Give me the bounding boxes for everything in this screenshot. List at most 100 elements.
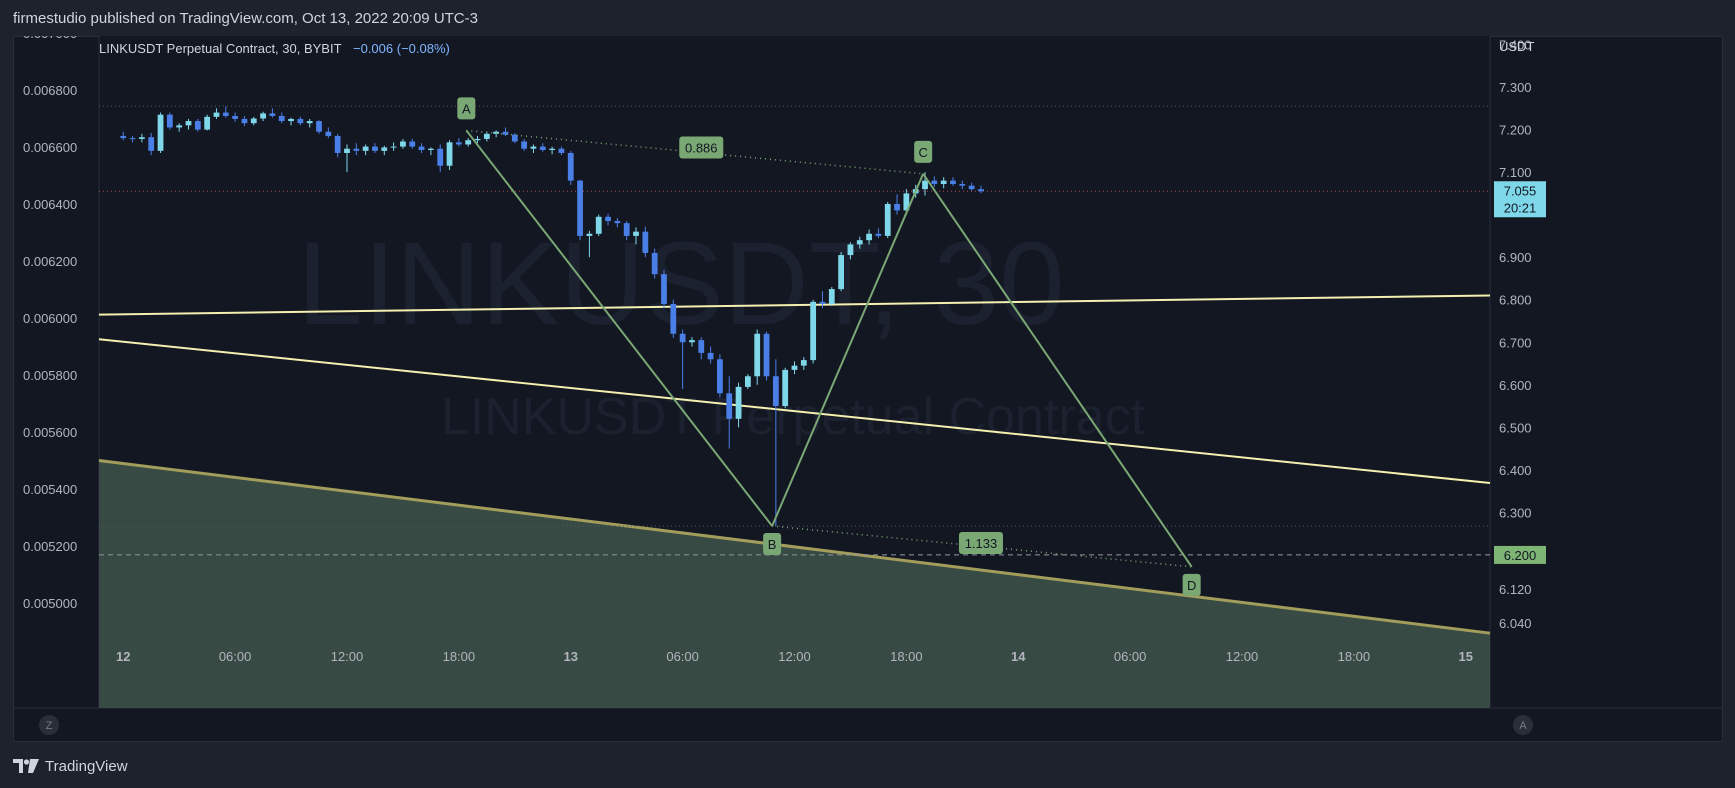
right-axis-tick: 6.120 xyxy=(1499,582,1532,597)
candle-body xyxy=(334,135,341,153)
time-axis-tick: 12:00 xyxy=(331,649,364,664)
a-button-label: A xyxy=(1519,720,1527,732)
right-price-axis[interactable]: 7.4007.3007.2007.1006.9006.8006.7006.600… xyxy=(1494,38,1546,631)
pattern-point-label: B xyxy=(768,537,777,552)
candle-body xyxy=(763,333,770,377)
left-price-axis[interactable]: 0.007000 0.006800 0.006600 0.006400 0.006200… xyxy=(23,36,77,611)
candle-body xyxy=(138,137,145,139)
time-axis-tick: 13 xyxy=(564,649,578,664)
candle-body xyxy=(744,376,751,387)
right-axis-tick: 6.040 xyxy=(1499,616,1532,631)
candle-body xyxy=(717,359,723,394)
left-axis-tick: 0.006400 xyxy=(23,197,77,212)
candle-body xyxy=(400,141,406,147)
time-axis-tick: 12 xyxy=(116,649,130,664)
candle-body xyxy=(633,231,639,236)
ratio-label: 1.133 xyxy=(965,536,998,551)
candle-body xyxy=(847,244,854,256)
candle-body xyxy=(316,121,322,132)
candle-body xyxy=(465,140,472,145)
candle-body xyxy=(129,138,136,140)
candle-body xyxy=(866,233,872,241)
candle-body xyxy=(950,180,956,185)
left-axis-tick: 0.006200 xyxy=(23,254,77,269)
candlestick-chart[interactable]: LINKUSDT, 30 LINKUSDT Perpetual Contract… xyxy=(13,36,1723,742)
candle-body xyxy=(539,146,546,150)
right-axis-tick: 6.800 xyxy=(1499,293,1532,308)
candle-body xyxy=(931,180,938,185)
candle-body xyxy=(810,301,817,361)
candle-body xyxy=(148,137,155,151)
right-axis-tick: 7.300 xyxy=(1499,80,1532,95)
right-axis-tick: 6.400 xyxy=(1499,463,1532,478)
candle-body xyxy=(437,148,444,166)
candle-body xyxy=(418,146,425,150)
left-axis-tick: 0.005800 xyxy=(23,368,77,383)
watermark-symbol: LINKUSDT, 30 xyxy=(297,218,1064,350)
time-axis-tick: 15 xyxy=(1459,649,1473,664)
candle-body xyxy=(483,133,490,139)
candle-body xyxy=(372,146,378,151)
footer-brand[interactable]: TradingView xyxy=(45,758,128,775)
current-price-value: 7.055 xyxy=(1504,183,1537,198)
tradingview-logo-icon xyxy=(13,759,39,773)
candle-body xyxy=(213,112,220,117)
candle-body xyxy=(940,180,947,185)
right-axis-tick: 7.200 xyxy=(1499,123,1532,138)
candle-body xyxy=(689,340,695,343)
bar-countdown: 20:21 xyxy=(1504,200,1537,215)
candle-body xyxy=(754,333,761,377)
right-axis-tick: 7.100 xyxy=(1499,165,1532,180)
candle-body xyxy=(595,216,602,234)
left-axis-tick: 0.006800 xyxy=(23,83,77,98)
left-axis-tick: 0.005000 xyxy=(23,596,77,611)
left-axis-tick: 0.006600 xyxy=(23,140,77,155)
candle-body xyxy=(894,204,900,211)
z-button-label: Z xyxy=(46,720,53,732)
time-axis-tick: 18:00 xyxy=(890,649,923,664)
candle-body xyxy=(428,148,434,150)
legend-change: −0.006 (−0.08%) xyxy=(353,41,450,56)
candle-body xyxy=(884,204,891,236)
footer: TradingView xyxy=(13,748,128,784)
right-axis-tick: 6.900 xyxy=(1499,250,1532,265)
right-axis-unit: USDT xyxy=(1499,39,1534,54)
candle-body xyxy=(278,115,285,122)
left-axis-tick: 0.006000 xyxy=(23,311,77,326)
candle-body xyxy=(185,121,192,126)
candle-body xyxy=(651,252,658,275)
time-axis-tick: 06:00 xyxy=(666,649,699,664)
candle-body xyxy=(502,131,509,135)
candle-body xyxy=(325,131,332,136)
candle-body xyxy=(241,118,248,124)
candle-body xyxy=(661,274,667,304)
candle-body xyxy=(353,148,360,151)
legend-symbol[interactable]: LINKUSDT Perpetual Contract, 30, BYBIT xyxy=(99,41,342,56)
time-axis-tick: 12:00 xyxy=(1226,649,1259,664)
candle-body xyxy=(288,118,294,122)
left-axis-tick: 0.005400 xyxy=(23,482,77,497)
left-axis-tick: 0.005200 xyxy=(23,539,77,554)
ratio-label: 0.886 xyxy=(685,140,718,155)
pattern-point-label: D xyxy=(1187,578,1196,593)
candle-body xyxy=(922,180,928,190)
candle-body xyxy=(381,147,388,151)
candle-body xyxy=(446,142,453,166)
right-axis-tick: 6.300 xyxy=(1499,505,1532,520)
candle-body xyxy=(605,216,611,222)
candle-body xyxy=(269,113,276,116)
time-axis-tick: 06:00 xyxy=(1114,649,1147,664)
candle-body xyxy=(735,386,742,419)
time-axis-tick: 06:00 xyxy=(219,649,252,664)
candle-body xyxy=(558,148,565,153)
candle-body xyxy=(856,240,863,245)
candle-body xyxy=(493,131,500,134)
time-axis-tick: 18:00 xyxy=(443,649,476,664)
pattern-point-label: C xyxy=(918,145,927,160)
candle-body xyxy=(726,393,733,419)
right-axis-tick: 6.600 xyxy=(1499,378,1532,393)
candle-body xyxy=(222,112,229,116)
candle-body xyxy=(194,121,201,130)
right-axis-tick: 6.500 xyxy=(1499,420,1532,435)
candle-body xyxy=(390,146,397,148)
